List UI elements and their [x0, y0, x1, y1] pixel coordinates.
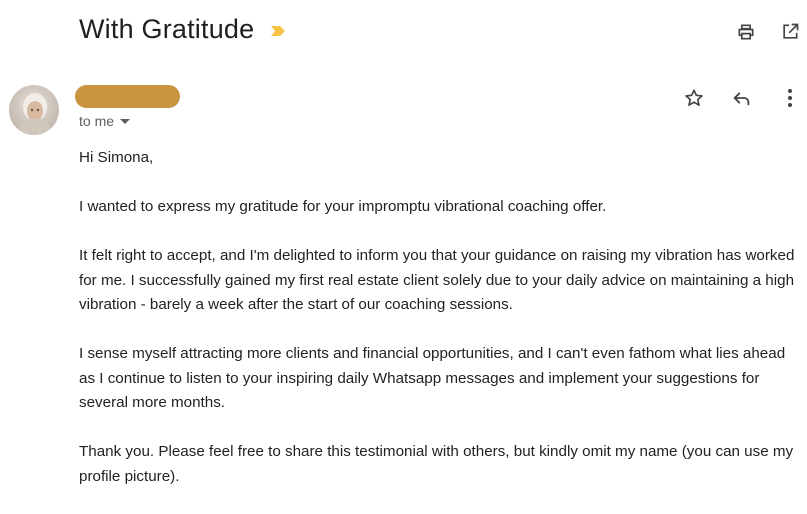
recipient-label: to me [79, 113, 115, 129]
sender-name-redacted [75, 85, 180, 108]
star-button[interactable] [683, 87, 705, 109]
print-icon [738, 24, 754, 40]
more-options-button[interactable] [779, 87, 801, 109]
reply-button[interactable] [731, 87, 753, 109]
more-options-icon [788, 89, 792, 107]
email-subject: With Gratitude [79, 14, 255, 44]
body-paragraph: I sense myself attracting more clients a… [79, 345, 786, 411]
open-in-new-window-button[interactable] [779, 21, 801, 43]
sender-avatar[interactable] [9, 85, 59, 135]
body-greeting: Hi Simona, [79, 149, 154, 166]
top-actions [735, 21, 801, 43]
body-paragraph: It felt right to accept, and I'm delight… [79, 247, 795, 313]
open-in-new-window-icon [783, 23, 799, 39]
subject-row: With Gratitude [79, 14, 286, 45]
recipient-details-toggle[interactable]: to me [79, 113, 131, 129]
reply-icon [733, 92, 750, 106]
body-paragraph: Thank you. Please feel free to share thi… [79, 443, 794, 485]
message-actions [683, 87, 801, 109]
email-body: Hi Simona, I wanted to express my gratit… [79, 146, 795, 514]
importance-marker-icon[interactable] [270, 24, 286, 36]
star-icon [685, 89, 703, 106]
print-button[interactable] [735, 21, 757, 43]
caret-down-icon [120, 118, 131, 124]
body-paragraph: I wanted to express my gratitude for you… [79, 198, 607, 215]
